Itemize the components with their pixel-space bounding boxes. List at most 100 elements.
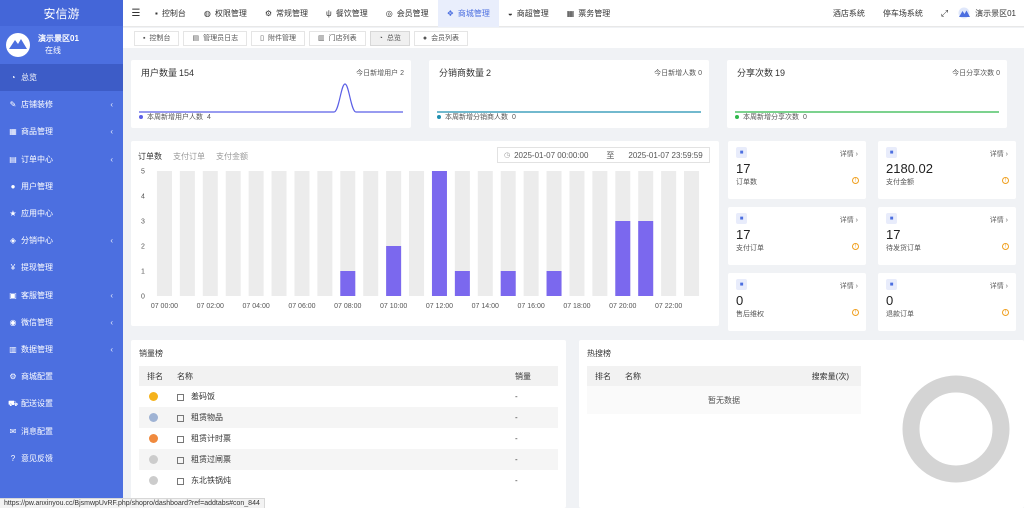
topnav-item-6[interactable]: ◒ 商超管理 bbox=[499, 0, 558, 27]
sidebar-item-10[interactable]: ▥ 数据管理 ‹ bbox=[0, 336, 123, 363]
sales-rank-title: 销量榜 bbox=[139, 349, 163, 358]
refund-icon: ■ bbox=[886, 279, 897, 290]
yen-icon: ¥ bbox=[10, 263, 16, 273]
region-switcher[interactable]: 演示景区01 bbox=[957, 7, 1024, 19]
sidebar-item-12[interactable]: ⛟ 配送设置 bbox=[0, 390, 123, 417]
checkbox-icon bbox=[177, 478, 184, 485]
detail-link[interactable]: 详情 › bbox=[840, 215, 858, 225]
topnav-item-3[interactable]: ψ 餐饮管理 bbox=[317, 0, 377, 27]
bar-15[interactable] bbox=[500, 271, 516, 296]
col-rank: 排名 bbox=[595, 371, 611, 381]
browser-status-url: https://pw.anxinyou.cc/BjsmwpUvRF.php/sh… bbox=[0, 498, 265, 508]
tab-0[interactable]: ▪ 控制台 bbox=[134, 30, 180, 46]
x-tick-label: 07 20:00 bbox=[609, 303, 636, 310]
bar-21[interactable] bbox=[638, 221, 654, 296]
sidebar-item-13[interactable]: ✉ 消息配置 bbox=[0, 417, 123, 444]
metric-card-1[interactable]: ■ 详情 › 2180.02 支付金额! bbox=[878, 141, 1016, 199]
info-icon[interactable]: ! bbox=[852, 243, 859, 250]
bar-background bbox=[477, 171, 493, 296]
sidebar-item-9[interactable]: ◉ 微信管理 ‹ bbox=[0, 309, 123, 336]
bar-background bbox=[225, 171, 241, 296]
hotel-system-link[interactable]: 酒店系统 bbox=[824, 8, 874, 19]
topnav-item-label: 餐饮管理 bbox=[335, 8, 368, 18]
info-icon[interactable]: ! bbox=[852, 177, 859, 184]
sidebar-item-2[interactable]: ▦ 商品管理 ‹ bbox=[0, 118, 123, 145]
date-range-picker[interactable]: ◷ 2025-01-07 00:00:00 至 2025-01-07 23:59… bbox=[497, 147, 710, 163]
chart-icon: ▥ bbox=[9, 344, 17, 354]
bar-17[interactable] bbox=[546, 271, 562, 296]
chart-tab-0[interactable]: 订单数 bbox=[138, 151, 162, 162]
product-sales: - bbox=[515, 476, 518, 485]
sidebar-item-label: 用户管理 bbox=[21, 181, 53, 191]
bar-background bbox=[661, 171, 677, 296]
topnav-item-5[interactable]: ❖ 商城管理 bbox=[437, 0, 499, 27]
table-row: 租赁物品 - bbox=[139, 407, 558, 428]
bar-20[interactable] bbox=[615, 221, 631, 296]
info-icon[interactable]: ! bbox=[1002, 243, 1009, 250]
product-sales: - bbox=[515, 434, 518, 443]
chat-icon: ▣ bbox=[9, 290, 17, 300]
sidebar-item-14[interactable]: ? 意见反馈 bbox=[0, 445, 123, 472]
sidebar-item-7[interactable]: ¥ 提现管理 bbox=[0, 254, 123, 281]
brush-icon: ✎ bbox=[9, 100, 17, 110]
bar-background bbox=[248, 171, 264, 296]
sidebar-item-label: 提现管理 bbox=[21, 263, 53, 273]
chart-tab-1[interactable]: 支付订单 bbox=[173, 151, 205, 162]
chevron-left-icon: ‹ bbox=[110, 317, 113, 327]
sidebar-item-8[interactable]: ▣ 客服管理 ‹ bbox=[0, 282, 123, 309]
tab-label: 附件管理 bbox=[267, 35, 296, 42]
sidebar-item-0[interactable]: ◔ 总览 bbox=[0, 64, 123, 92]
topnav-item-7[interactable]: ▦ 票务管理 bbox=[558, 0, 620, 27]
metric-label: 待发货订单 bbox=[886, 245, 921, 252]
table-header: 排名 名称 销量 bbox=[139, 366, 558, 386]
sidebar-item-5[interactable]: ★ 应用中心 bbox=[0, 200, 123, 227]
tab-4[interactable]: ◔ 总览 bbox=[369, 30, 410, 46]
chart-tab-2[interactable]: 支付金额 bbox=[216, 151, 248, 162]
metric-card-5[interactable]: ■ 详情 › 0 退款订单! bbox=[878, 273, 1016, 331]
bar-10[interactable] bbox=[386, 246, 402, 296]
sidebar: 安信游 演示景区01 在线 ◔ 总览 ✎ 店铺装修 ‹ ▦ 商品管理 ‹ ▤ 订单中心 ‹ ● 用户管理… bbox=[0, 0, 123, 508]
bar-13[interactable] bbox=[454, 271, 470, 296]
topnav-item-2[interactable]: ⚙ 常规管理 bbox=[256, 0, 317, 27]
checkbox-icon bbox=[177, 415, 184, 422]
detail-link[interactable]: 详情 › bbox=[840, 149, 858, 159]
parking-system-link[interactable]: 停车场系统 bbox=[874, 8, 932, 19]
detail-link[interactable]: 详情 › bbox=[840, 281, 858, 291]
tab-3[interactable]: ▥ 门店列表 bbox=[308, 30, 366, 46]
brand-title[interactable]: 安信游 bbox=[0, 0, 123, 26]
metric-card-2[interactable]: ■ 详情 › 17 支付订单! bbox=[728, 207, 866, 265]
top-navbar: ☰ ▪ 控制台 ◍ 权限管理 ⚙ 常规管理 ψ 餐饮管理 ◎ 会员管理 ❖ 商城管理 ◒ 商超管理 ▦ 票务管… bbox=[123, 0, 1024, 27]
topnav-item-4[interactable]: ◎ 会员管理 bbox=[377, 0, 438, 27]
fullscreen-icon[interactable]: ⤢ bbox=[932, 8, 957, 19]
stat-label: 用户数量 bbox=[141, 68, 178, 78]
topnav-item-label: 常规管理 bbox=[276, 8, 308, 18]
sidebar-item-label: 店铺装修 bbox=[21, 100, 53, 110]
metric-card-0[interactable]: ■ 详情 › 17 订单数! bbox=[728, 141, 866, 199]
sidebar-item-label: 订单中心 bbox=[21, 154, 53, 164]
bar-12[interactable] bbox=[431, 171, 447, 296]
info-icon[interactable]: ! bbox=[1002, 177, 1009, 184]
tab-2[interactable]: ▯ 附件管理 bbox=[251, 30, 305, 46]
metric-card-4[interactable]: ■ 详情 › 0 售后维权! bbox=[728, 273, 866, 331]
info-icon[interactable]: ! bbox=[1002, 309, 1009, 316]
sidebar-item-label: 总览 bbox=[21, 73, 37, 83]
sidebar-item-1[interactable]: ✎ 店铺装修 ‹ bbox=[0, 91, 123, 118]
info-icon[interactable]: ! bbox=[852, 309, 859, 316]
sidebar-item-6[interactable]: ◈ 分销中心 ‹ bbox=[0, 227, 123, 254]
detail-link[interactable]: 详情 › bbox=[990, 149, 1008, 159]
detail-link[interactable]: 详情 › bbox=[990, 215, 1008, 225]
shield-icon: ■ bbox=[736, 279, 747, 290]
tab-1[interactable]: ▤ 管理员日志 bbox=[183, 30, 248, 46]
detail-link[interactable]: 详情 › bbox=[990, 281, 1008, 291]
tab-5[interactable]: ● 会员列表 bbox=[413, 30, 469, 46]
sidebar-item-3[interactable]: ▤ 订单中心 ‹ bbox=[0, 146, 123, 173]
bar-08[interactable] bbox=[340, 271, 356, 296]
sidebar-item-4[interactable]: ● 用户管理 bbox=[0, 173, 123, 200]
metric-card-3[interactable]: ■ 详情 › 17 待发货订单! bbox=[878, 207, 1016, 265]
topnav-item-1[interactable]: ◍ 权限管理 bbox=[195, 0, 256, 27]
menu-toggle-icon[interactable]: ☰ bbox=[126, 8, 146, 19]
sidebar-item-label: 微信管理 bbox=[21, 317, 53, 327]
stat-card-0: 用户数量 154 今日新增用户 2 本周新增用户人数 4 bbox=[131, 60, 411, 128]
sidebar-item-11[interactable]: ⚙ 商城配置 bbox=[0, 363, 123, 390]
topnav-item-0[interactable]: ▪ 控制台 bbox=[146, 0, 195, 27]
